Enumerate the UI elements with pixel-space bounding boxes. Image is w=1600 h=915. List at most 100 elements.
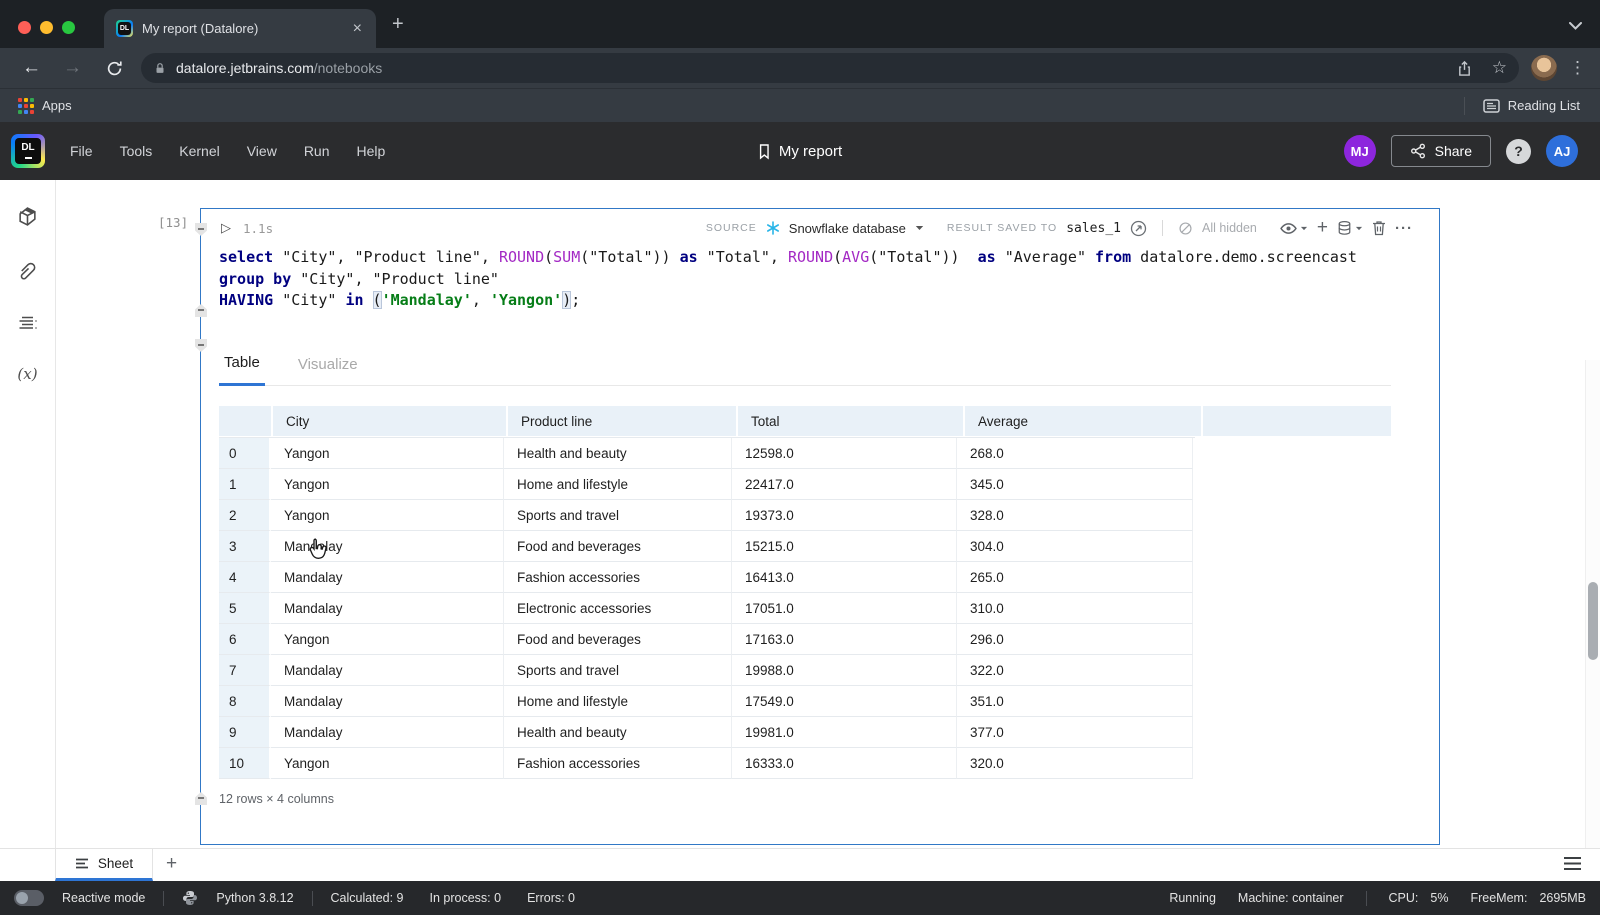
table-cell: Fashion accessories [504,748,732,779]
sheet-tab[interactable]: Sheet [55,849,153,881]
url-bar[interactable]: datalore.jetbrains.com/notebooks ☆ [141,53,1519,83]
apps-shortcut[interactable]: Apps [42,98,72,113]
scrollbar-thumb[interactable] [1588,582,1598,660]
menu-help[interactable]: Help [357,143,386,159]
tab-close-icon[interactable]: × [351,20,364,38]
notebook-title[interactable]: My report [758,143,842,160]
browser-menu-icon[interactable]: ⋮ [1569,58,1586,78]
table-header-index [219,406,271,436]
add-sheet-button[interactable]: + [166,853,177,875]
table-cell: 304.0 [957,531,1193,562]
table-cell: 17163.0 [732,624,957,655]
reactive-mode-toggle[interactable] [14,890,44,906]
browser-profile-avatar[interactable] [1531,55,1557,81]
row-index-cell: 5 [219,593,271,624]
user-avatar[interactable]: AJ [1546,135,1578,167]
more-options-icon[interactable]: ··· [1395,220,1413,237]
datalore-favicon-icon: DL [116,20,133,37]
variables-viewer-icon[interactable]: (x) [17,365,37,383]
table-body: 0YangonHealth and beauty12598.0268.01Yan… [219,437,1195,779]
source-select[interactable]: Snowflake database [789,221,906,236]
table-cell: Mandalay [271,562,504,593]
table-cell: 265.0 [957,562,1193,593]
table-cell: Mandalay [271,717,504,748]
table-cell: Yangon [271,624,504,655]
menu-run[interactable]: Run [304,143,330,159]
table-cell: 328.0 [957,500,1193,531]
back-button[interactable]: ← [22,57,41,79]
row-index-cell: 8 [219,686,271,717]
tab-visualize[interactable]: Visualize [293,356,363,385]
reading-list-button[interactable]: Reading List [1508,98,1580,113]
window-controls [18,21,75,34]
packages-icon[interactable] [17,206,38,227]
attachments-icon[interactable] [18,260,37,282]
table-row: 4MandalayFashion accessories16413.0265.0 [219,562,1195,593]
table-dimensions: 12 rows × 4 columns [219,792,334,806]
sql-code[interactable]: select "City", "Product line", ROUND(SUM… [219,247,1439,312]
table-cell: Food and beverages [504,624,732,655]
cpu-label: CPU: [1389,891,1419,905]
share-button[interactable]: Share [1391,135,1491,167]
table-cell: 268.0 [957,438,1193,469]
code-line: group by "City", "Product line" [219,269,1439,291]
freemem-value: 2695MB [1539,891,1586,905]
table-cell: 351.0 [957,686,1193,717]
apps-grid-icon [18,98,34,114]
add-cell-icon[interactable]: + [1317,221,1328,235]
refresh-button[interactable] [106,60,123,77]
database-icon[interactable] [1337,220,1363,236]
table-cell: 12598.0 [732,438,957,469]
menu-tools[interactable]: Tools [120,143,153,159]
table-cell: 19981.0 [732,717,957,748]
forward-button[interactable]: → [63,57,82,79]
table-cell: Electronic accessories [504,593,732,624]
code-line: select "City", "Product line", ROUND(SUM… [219,247,1439,269]
kernel-status: Running [1169,891,1216,905]
source-caret-icon[interactable] [915,225,924,231]
table-cell: 377.0 [957,717,1193,748]
code-line: HAVING "City" in ('Mandalay', 'Yangon'); [219,290,1439,312]
table-cell: Mandalay [271,655,504,686]
outline-icon[interactable] [18,315,38,332]
output-tabs: Table Visualize [219,349,1391,386]
table-cell: 15215.0 [732,531,957,562]
share-page-icon[interactable] [1457,60,1472,77]
tab-table[interactable]: Table [219,354,265,386]
table-cell: Fashion accessories [504,562,732,593]
minimize-window-button[interactable] [40,21,53,34]
sheets-menu-icon[interactable] [1563,856,1582,871]
datalore-logo-icon[interactable]: DL [11,134,45,168]
browser-tab-strip: DL My report (Datalore) × + [0,0,1600,48]
snowflake-icon [766,221,780,235]
in-process-count: In process: 0 [430,891,502,905]
python-version[interactable]: Python 3.8.12 [216,891,293,905]
browser-tab[interactable]: DL My report (Datalore) × [104,9,376,48]
table-cell: Sports and travel [504,500,732,531]
result-jump-icon[interactable] [1130,220,1147,237]
result-variable[interactable]: sales_1 [1066,221,1121,236]
collaborator-avatar[interactable]: MJ [1344,135,1376,167]
lock-icon [153,61,167,76]
menu-kernel[interactable]: Kernel [179,143,219,159]
tab-search-chevron-icon[interactable] [1569,22,1582,30]
table-cell: 16413.0 [732,562,957,593]
visibility-icon[interactable] [1280,222,1308,235]
menu-view[interactable]: View [247,143,277,159]
menu-file[interactable]: File [70,143,93,159]
new-tab-button[interactable]: + [392,14,404,34]
notebook-cell[interactable]: ▷ 1.1s SOURCE Snowflake database RESULT … [200,208,1440,845]
close-window-button[interactable] [18,21,31,34]
help-button[interactable]: ? [1506,139,1531,164]
table-header-cell: City [273,406,506,436]
table-cell: Sports and travel [504,655,732,686]
table-cell: 345.0 [957,469,1193,500]
delete-cell-icon[interactable] [1372,220,1386,236]
menu-bar: File Tools Kernel View Run Help [70,143,385,159]
maximize-window-button[interactable] [62,21,75,34]
table-cell: 16333.0 [732,748,957,779]
bookmarks-bar: Apps Reading List [0,88,1600,122]
run-cell-icon[interactable]: ▷ [221,220,231,236]
row-index-cell: 6 [219,624,271,655]
bookmark-star-icon[interactable]: ☆ [1492,58,1507,78]
